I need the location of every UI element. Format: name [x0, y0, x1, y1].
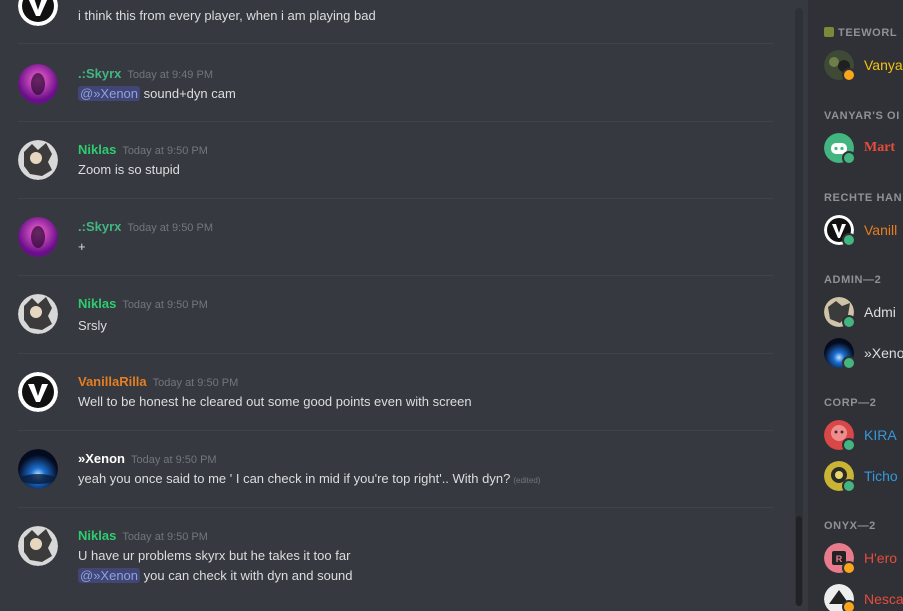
online-status-icon — [842, 233, 856, 247]
timestamp: Today at 9:49 PM — [127, 69, 213, 81]
message-divider — [18, 430, 773, 431]
member-name[interactable]: Mart — [864, 140, 895, 156]
member-name[interactable]: Ticho — [864, 468, 898, 484]
avatar-niklas[interactable] — [18, 294, 58, 334]
mention[interactable]: @»Xenon — [78, 568, 141, 583]
member-name[interactable]: Vanya — [864, 57, 903, 73]
member-name[interactable]: H'ero — [864, 550, 897, 566]
message-divider — [18, 353, 773, 354]
username[interactable]: Niklas Today at 9:50 PM — [78, 142, 208, 157]
online-status-icon — [842, 356, 856, 370]
online-status-icon — [842, 438, 856, 452]
timestamp: Today at 9:50 PM — [122, 299, 208, 311]
online-status-icon — [842, 315, 856, 329]
member-category: CORP—2 — [824, 397, 877, 409]
message-text: U have ur problems skyrx but he takes it… — [78, 548, 351, 563]
edited-tag: (edited) — [513, 476, 541, 485]
online-status-icon — [842, 151, 856, 165]
avatar-xenon[interactable] — [18, 449, 58, 489]
avatar-niklas[interactable] — [18, 526, 58, 566]
member-list: TEEWORL Vanya VANYAR'S OI Mart RECHTE HA… — [808, 0, 903, 611]
chat-area: i think this from every player, when i a… — [0, 0, 808, 611]
avatar-skyrx[interactable] — [18, 217, 58, 257]
username[interactable]: Niklas Today at 9:50 PM — [78, 296, 208, 311]
timestamp: Today at 9:50 PM — [122, 145, 208, 157]
member-name[interactable]: »Xeno — [864, 345, 903, 361]
timestamp: Today at 9:50 PM — [127, 222, 213, 234]
avatar-vanillarilla[interactable] — [18, 0, 58, 26]
message-text: Zoom is so stupid — [78, 162, 180, 177]
timestamp: Today at 9:50 PM — [130, 454, 217, 466]
message-divider — [18, 275, 773, 276]
message-text: + — [78, 239, 86, 254]
game-icon — [824, 27, 834, 37]
message-text: Well to be honest he cleared out some go… — [78, 394, 472, 409]
avatar-vanillarilla[interactable] — [18, 372, 58, 412]
mention[interactable]: @»Xenon — [78, 86, 141, 101]
member-name[interactable]: Admi — [864, 304, 896, 320]
member-name[interactable]: KIRA — [864, 427, 897, 443]
member-category: RECHTE HAN — [824, 192, 903, 204]
member-name[interactable]: Nesca — [864, 591, 903, 607]
message-text: @»Xenon sound+dyn cam — [78, 86, 236, 101]
username[interactable]: Niklas Today at 9:50 PM — [78, 528, 208, 543]
idle-status-icon — [842, 561, 856, 575]
online-status-icon — [842, 479, 856, 493]
timestamp: Today at 9:50 PM — [122, 531, 208, 543]
svg-text:R: R — [836, 554, 843, 564]
idle-status-icon — [842, 600, 856, 611]
idle-status-icon — [842, 68, 856, 82]
avatar-niklas[interactable] — [18, 140, 58, 180]
member-name[interactable]: Vanill — [864, 222, 897, 238]
timestamp: Today at 9:50 PM — [152, 377, 239, 389]
message-divider — [18, 121, 773, 122]
member-category: VANYAR'S OI — [824, 110, 900, 122]
message-divider — [18, 507, 773, 508]
member-category: TEEWORL — [824, 27, 897, 39]
message-divider — [18, 198, 773, 199]
message-text: i think this from every player, when i a… — [78, 8, 376, 23]
avatar-skyrx[interactable] — [18, 64, 58, 104]
username[interactable]: .:Skyrx Today at 9:50 PM — [78, 219, 213, 234]
message-text: Srsly — [78, 318, 107, 333]
member-category: ONYX—2 — [824, 520, 876, 532]
member-category: ADMIN—2 — [824, 274, 882, 286]
message-text: @»Xenon you can check it with dyn and so… — [78, 568, 353, 583]
message-text: yeah you once said to me ' I can check i… — [78, 471, 541, 486]
message-divider — [18, 43, 773, 44]
username[interactable]: »Xenon Today at 9:50 PM — [78, 451, 217, 466]
scrollbar-thumb[interactable] — [796, 516, 802, 606]
username[interactable]: VanillaRilla Today at 9:50 PM — [78, 374, 238, 389]
username[interactable]: .:Skyrx Today at 9:49 PM — [78, 66, 213, 81]
